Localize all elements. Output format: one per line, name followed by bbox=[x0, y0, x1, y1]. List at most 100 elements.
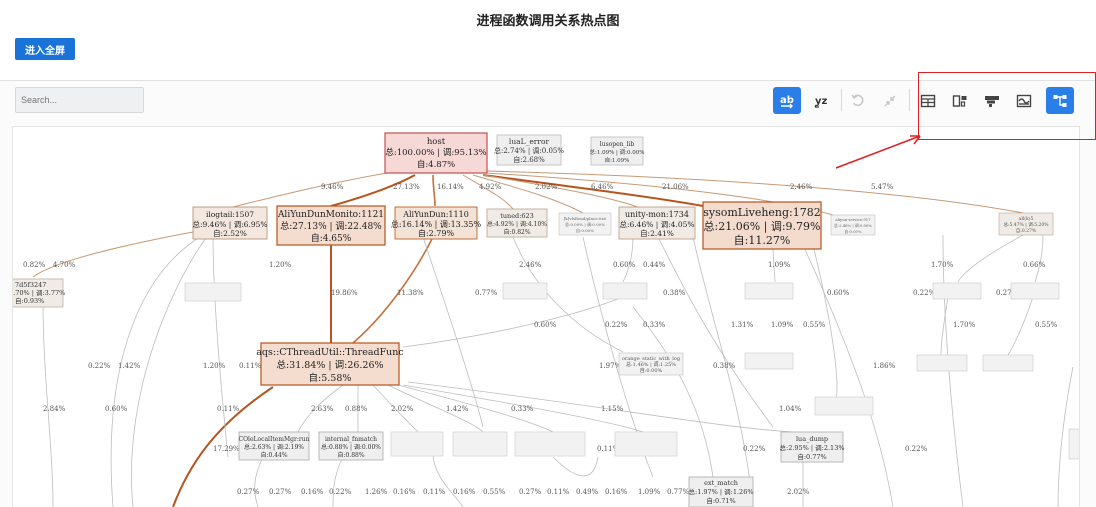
edge-label: 1.09% bbox=[638, 488, 661, 496]
edge-light-9 bbox=[692, 236, 754, 507]
tiny-node[interactable] bbox=[916, 354, 968, 372]
edge-label: 0.16% bbox=[301, 488, 324, 496]
node-label: 总:31.84% | 调:26.26% bbox=[276, 359, 383, 371]
tiny-node[interactable] bbox=[744, 282, 794, 300]
node-label: 自:0.93% bbox=[15, 296, 44, 305]
node-luaL-error[interactable]: luaL_error 总:2.74% | 调:0.05% 自:2.68% bbox=[494, 134, 564, 166]
node-small-1[interactable]: [k]vfsRead/place:0x0 总:0.00% | 调:0.00% 自… bbox=[558, 212, 612, 236]
edge-light-2 bbox=[131, 234, 209, 507]
edge-label: 1.70% bbox=[953, 321, 976, 329]
tiny-node[interactable] bbox=[982, 354, 1034, 372]
node-small-3[interactable]: all(k)5 总:5.47% | 调:5.20% 自:0.27% bbox=[998, 212, 1054, 236]
node-sysom-liveheng[interactable]: sysomLiveheng:1782 总:21.06% | 调:9.79% 自:… bbox=[702, 201, 822, 250]
node-label: 自:4.87% bbox=[417, 159, 455, 170]
node-colelocal[interactable]: COleLocalItemMgr:run 总:2.63% | 调:2.19% 自… bbox=[239, 431, 310, 461]
node-label: AliYunDun:1110 bbox=[402, 210, 469, 219]
edge-label: 6.46% bbox=[591, 183, 614, 191]
edge-label: 0.38% bbox=[713, 362, 736, 370]
node-label: internal_fnmatch bbox=[325, 436, 377, 443]
node-small-2[interactable]: aliyun-service:917 总:2.46% | 调:0.00% 自:0… bbox=[830, 214, 876, 236]
node-internal-fnmatch[interactable]: internal_fnmatch 总:0.88% | 调:0.00% 自:0.8… bbox=[318, 431, 384, 461]
graph-edges bbox=[32, 170, 1074, 507]
edge-label: 1.42% bbox=[118, 362, 141, 370]
node-left-cut[interactable]: 7d5f3247 5.70% | 调:3.77% 自:0.93% bbox=[13, 278, 65, 308]
node-label: 总:27.13% | 调:22.48% bbox=[280, 220, 382, 232]
undo-button[interactable] bbox=[844, 87, 872, 114]
edge-label: 0.22% bbox=[605, 321, 628, 329]
edge-light-19 bbox=[422, 236, 484, 428]
node-label: 总:5.47% | 调:5.20% bbox=[1004, 221, 1050, 228]
tiny-node[interactable] bbox=[744, 352, 794, 370]
tiny-node[interactable] bbox=[452, 431, 508, 457]
node-lua-dump[interactable]: lua_dump 总:2.95% | 调:2.13% 自:0.77% bbox=[780, 431, 845, 463]
edge-label: 0.27% bbox=[269, 488, 292, 496]
edge-label: 0.82% bbox=[23, 261, 46, 269]
edge-light-16 bbox=[1007, 296, 1034, 356]
call-graph-svg: 9.46% 27.13% 16.14% 4.92% 2.02% 6.46% 21… bbox=[13, 132, 1079, 507]
edge-label: 21.06% bbox=[662, 183, 689, 191]
node-label: 总:2.95% | 调:2.13% bbox=[780, 443, 845, 452]
node-label: 7d5f3247 bbox=[15, 281, 46, 289]
edge-label: 0.55% bbox=[803, 321, 826, 329]
node-lusopen[interactable]: lusopen_lib 总:1.09% | 调:0.00% 自:1.09% bbox=[589, 136, 645, 166]
node-label: 总:9.46% | 调:6.95% bbox=[193, 219, 268, 229]
node-label: 自:2.79% bbox=[418, 228, 455, 238]
sort-za-icon: yz bbox=[814, 96, 828, 108]
edge-label: 11.38% bbox=[397, 289, 424, 297]
collapse-button[interactable] bbox=[876, 87, 904, 114]
node-label: 自:0.00% bbox=[640, 367, 663, 374]
node-label: 自:11.27% bbox=[734, 234, 791, 247]
node-label: 总:1.46% | 调:1.25% bbox=[626, 361, 676, 368]
edge-light-12 bbox=[802, 244, 894, 507]
edge-label: 0.49% bbox=[576, 488, 599, 496]
edge-label: 2.84% bbox=[43, 405, 66, 413]
node-label: ilogtail:1507 bbox=[206, 210, 254, 219]
node-label: 总:0.00% | 调:0.00% bbox=[565, 221, 605, 227]
fullscreen-button[interactable]: 进入全屏 bbox=[15, 38, 75, 60]
svg-text:yz: yz bbox=[815, 96, 828, 107]
node-label: 自:0.82% bbox=[503, 228, 530, 236]
tiny-node[interactable] bbox=[1010, 282, 1060, 300]
node-tuned[interactable]: tuned:623 总:4.92% | 调:4.10% 自:0.82% bbox=[486, 208, 548, 238]
tiny-node[interactable] bbox=[614, 431, 678, 457]
sort-za-button[interactable]: yz bbox=[808, 87, 836, 114]
undo-icon bbox=[851, 94, 864, 106]
node-label: 自:0.77% bbox=[797, 452, 826, 461]
edge-label: 0.77% bbox=[667, 488, 690, 496]
edge-host-aliyundun bbox=[432, 174, 436, 207]
match-case-button[interactable]: ab bbox=[773, 87, 801, 114]
edge-label: 0.60% bbox=[613, 261, 636, 269]
node-threadfunc[interactable]: aqs::CThreadUtil::ThreadFunc 总:31.84% | … bbox=[256, 342, 404, 386]
tiny-node[interactable] bbox=[814, 396, 874, 416]
search-input[interactable] bbox=[15, 87, 144, 113]
tiny-node[interactable] bbox=[514, 431, 586, 457]
node-aliyundun-monitor[interactable]: AliYunDunMonito:1121 总:27.13% | 调:22.48%… bbox=[276, 205, 386, 246]
annotation-highlight-box bbox=[918, 72, 1096, 140]
tiny-node[interactable] bbox=[1068, 428, 1079, 460]
tiny-node[interactable] bbox=[390, 431, 444, 457]
tiny-node[interactable] bbox=[932, 282, 982, 300]
node-label: 自:0.88% bbox=[337, 451, 364, 459]
edge-label: 1.70% bbox=[931, 261, 954, 269]
sep-1 bbox=[841, 89, 842, 111]
node-ilogtail[interactable]: ilogtail:1507 总:9.46% | 调:6.95% 自:2.52% bbox=[193, 206, 268, 240]
node-aliyundun[interactable]: AliYunDun:1110 总:16.14% | 调:13.35% 自:2.7… bbox=[391, 206, 482, 240]
tiny-node[interactable] bbox=[184, 282, 242, 302]
node-host[interactable]: host 总:100.00% | 调:95.13% 自:4.87% bbox=[384, 132, 488, 174]
node-label: luaL_error bbox=[509, 137, 550, 146]
node-ext-match[interactable]: ext_match 总:1.97% | 调:1.26% 自:0.71% bbox=[689, 476, 754, 507]
node-unity-mon[interactable]: unity-mon:1734 总:6.46% | 调:4.05% 自:2.41% bbox=[618, 206, 696, 240]
edge-label: 2.46% bbox=[519, 261, 542, 269]
node-label: 总:1.09% | 调:0.00% bbox=[589, 148, 644, 156]
tiny-node[interactable] bbox=[602, 282, 648, 300]
edge-label: 0.22% bbox=[88, 362, 111, 370]
edge-label: 0.11% bbox=[547, 488, 570, 496]
node-label: 总:16.14% | 调:13.35% bbox=[391, 219, 482, 229]
node-label: aliyun-service:917 bbox=[835, 217, 871, 222]
tiny-node[interactable] bbox=[502, 282, 548, 300]
node-label: sysomLiveheng:1782 bbox=[703, 206, 821, 219]
node-orange-static[interactable]: orange_static_with_log 总:1.46% | 调:1.25%… bbox=[618, 352, 684, 376]
node-label: 自:5.58% bbox=[309, 372, 352, 384]
call-graph[interactable]: 9.46% 27.13% 16.14% 4.92% 2.02% 6.46% 21… bbox=[12, 126, 1080, 507]
svg-text:ab: ab bbox=[780, 95, 794, 106]
